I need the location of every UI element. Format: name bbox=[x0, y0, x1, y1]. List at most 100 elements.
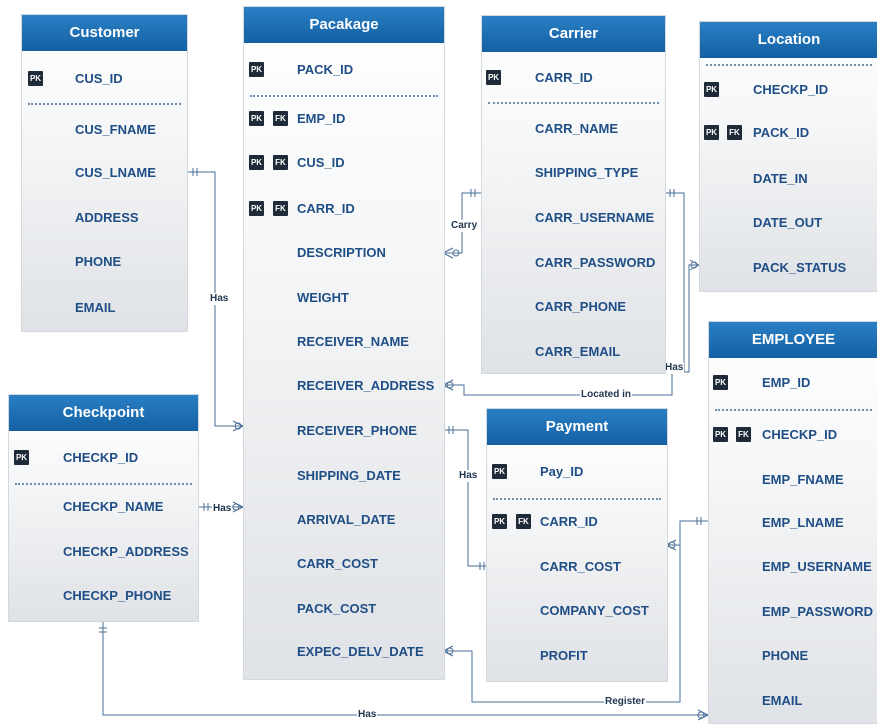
checkpoint-entity[interactable]: Checkpoint PK CHECKP_ID CHECKP_NAME CHEC… bbox=[8, 394, 199, 622]
carrier-entity[interactable]: Carrier PK CARR_ID CARR_NAME SHIPPING_TY… bbox=[481, 15, 666, 374]
pk-badge: PK bbox=[249, 62, 264, 77]
field-name: EMP_LNAME bbox=[762, 515, 844, 530]
field-name: COMPANY_COST bbox=[540, 603, 649, 618]
fk-badge: FK bbox=[736, 427, 751, 442]
field-name: CARR_EMAIL bbox=[535, 344, 621, 359]
field-row: CARR_NAME bbox=[482, 117, 665, 141]
field-row: EMAIL bbox=[22, 296, 187, 320]
pk-badge: PK bbox=[492, 464, 507, 479]
relationship-label: Has bbox=[209, 293, 230, 305]
field-row: PROFIT bbox=[487, 644, 667, 668]
field-name: PROFIT bbox=[540, 648, 588, 663]
pk-divider bbox=[15, 483, 192, 485]
field-row: EMP_FNAME bbox=[709, 468, 877, 492]
field-name: CARR_ID bbox=[540, 514, 598, 529]
field-row: CARR_PASSWORD bbox=[482, 251, 665, 275]
fk-badge: FK bbox=[273, 111, 288, 126]
field-name: EMP_ID bbox=[762, 375, 811, 390]
fk-badge: FK bbox=[273, 201, 288, 216]
field-name: CHECKP_PHONE bbox=[63, 588, 172, 603]
field-name: EMP_PASSWORD bbox=[762, 604, 873, 619]
entity-title: EMPLOYEE bbox=[709, 322, 877, 358]
field-row: PACK_COST bbox=[244, 597, 444, 621]
field-row: CARR_COST bbox=[244, 552, 444, 576]
field-row: COMPANY_COST bbox=[487, 599, 667, 623]
field-name: CHECKP_ADDRESS bbox=[63, 544, 189, 559]
payment-entity[interactable]: Payment PK Pay_ID PK FK CARR_ID CARR_COS… bbox=[486, 408, 668, 682]
fk-badge: FK bbox=[273, 155, 288, 170]
field-row: CHECKP_PHONE bbox=[9, 584, 198, 608]
field-name: CARR_USERNAME bbox=[535, 210, 655, 225]
pk-badge: PK bbox=[713, 427, 728, 442]
entity-title: Payment bbox=[487, 409, 667, 445]
field-name: Pay_ID bbox=[540, 464, 584, 479]
relationship-label: Carry bbox=[450, 220, 479, 232]
pk-row: PK CHECKP_ID bbox=[700, 78, 877, 102]
relationship-label: Has bbox=[458, 470, 479, 482]
field-row: PK FK EMP_ID bbox=[244, 107, 444, 131]
employee-entity[interactable]: EMPLOYEE PK EMP_ID PK FK CHECKP_ID EMP_F… bbox=[708, 321, 877, 724]
carrier-location-line bbox=[664, 192, 699, 373]
field-row: DESCRIPTION bbox=[244, 241, 444, 265]
field-row: PK FK PACK_ID bbox=[700, 121, 877, 145]
relationship-label: Has bbox=[664, 362, 685, 374]
field-row: PK FK CHECKP_ID bbox=[709, 423, 877, 447]
field-row: PHONE bbox=[22, 250, 187, 274]
entity-title: Carrier bbox=[482, 16, 665, 52]
customer-entity[interactable]: Customer PK CUS_ID CUS_FNAME CUS_LNAME A… bbox=[21, 14, 188, 332]
field-name: EXPEC_DELV_DATE bbox=[297, 644, 424, 659]
field-name: DATE_OUT bbox=[753, 215, 823, 230]
field-name: CARR_ID bbox=[297, 201, 355, 216]
field-name: ADDRESS bbox=[75, 210, 139, 225]
field-name: EMAIL bbox=[762, 693, 803, 708]
field-row: PHONE bbox=[709, 644, 877, 668]
pk-row: PK Pay_ID bbox=[487, 460, 667, 484]
field-name: CHECKP_ID bbox=[63, 450, 139, 465]
field-name: RECEIVER_NAME bbox=[297, 334, 409, 349]
field-row: PK FK CUS_ID bbox=[244, 151, 444, 175]
location-entity[interactable]: Location PK CHECKP_ID PK FK PACK_ID DATE… bbox=[699, 21, 877, 292]
entity-title: Pacakage bbox=[244, 7, 444, 43]
field-name: CHECKP_NAME bbox=[63, 499, 164, 514]
location-package-line bbox=[443, 372, 673, 396]
field-row: PK FK CARR_ID bbox=[487, 510, 667, 534]
field-name: RECEIVER_PHONE bbox=[297, 423, 417, 438]
field-row: SHIPPING_TYPE bbox=[482, 161, 665, 185]
field-row: CHECKP_NAME bbox=[9, 495, 198, 519]
field-name: CUS_FNAME bbox=[75, 122, 156, 137]
field-row: EMP_USERNAME bbox=[709, 555, 877, 579]
field-row: EMP_PASSWORD bbox=[709, 600, 877, 624]
field-row: DATE_OUT bbox=[700, 211, 877, 235]
relationship-label: Register bbox=[604, 696, 647, 708]
pk-divider bbox=[250, 95, 438, 97]
field-row: CUS_LNAME bbox=[22, 161, 187, 185]
field-row: CARR_EMAIL bbox=[482, 340, 665, 364]
relationship-label: Located in bbox=[580, 389, 633, 401]
fk-badge: FK bbox=[727, 125, 742, 140]
field-row: CHECKP_ADDRESS bbox=[9, 540, 198, 564]
field-row: CUS_FNAME bbox=[22, 118, 187, 142]
field-name: EMP_FNAME bbox=[762, 472, 844, 487]
field-name: CHECKP_ID bbox=[753, 82, 829, 97]
field-name: EMAIL bbox=[75, 300, 116, 315]
field-row: ADDRESS bbox=[22, 206, 187, 230]
package-entity[interactable]: Pacakage PK PACK_ID PK FK EMP_ID PK FK C… bbox=[243, 6, 445, 680]
field-row: EMP_LNAME bbox=[709, 511, 877, 535]
field-name: CHECKP_ID bbox=[762, 427, 838, 442]
field-name: CARR_ID bbox=[535, 70, 593, 85]
pk-row: PK CUS_ID bbox=[22, 67, 187, 91]
field-name: WEIGHT bbox=[297, 290, 349, 305]
entity-title: Customer bbox=[22, 15, 187, 51]
pk-row: PK EMP_ID bbox=[709, 371, 877, 395]
field-name: DESCRIPTION bbox=[297, 245, 386, 260]
field-name: CARR_COST bbox=[540, 559, 621, 574]
pk-badge: PK bbox=[14, 450, 29, 465]
pk-row: PK CARR_ID bbox=[482, 66, 665, 90]
field-row: EXPEC_DELV_DATE bbox=[244, 640, 444, 664]
pk-badge: PK bbox=[249, 111, 264, 126]
field-name: SHIPPING_DATE bbox=[297, 468, 401, 483]
field-row: ARRIVAL_DATE bbox=[244, 508, 444, 532]
field-name: EMP_USERNAME bbox=[762, 559, 872, 574]
field-name: PACK_STATUS bbox=[753, 260, 847, 275]
field-name: PHONE bbox=[75, 254, 122, 269]
